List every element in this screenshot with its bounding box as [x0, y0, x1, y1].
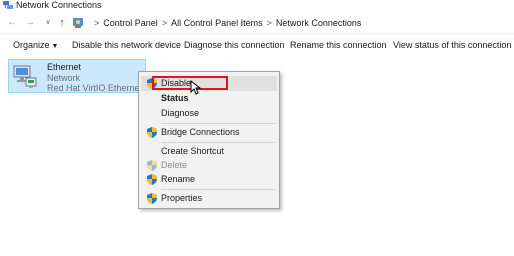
adapter-network-status: Network: [47, 73, 81, 83]
menu-item-label: Bridge Connections: [161, 127, 240, 137]
network-connections-icon: [3, 1, 13, 9]
window-title: Network Connections: [16, 0, 102, 10]
title-bar: Network Connections: [0, 0, 514, 12]
shield-icon: [147, 193, 157, 204]
menu-item-diagnose[interactable]: Diagnose: [141, 106, 277, 121]
menu-item-label: Disable: [161, 78, 192, 88]
organize-button[interactable]: Organize ▼: [13, 40, 58, 52]
menu-item-label: Diagnose: [161, 108, 200, 118]
shield-icon: [147, 127, 157, 138]
menu-item-label: Delete: [161, 160, 188, 170]
address-field[interactable]: > Control Panel > All Control Panel Items > N…: [69, 16, 509, 30]
ethernet-adapter-item[interactable]: Ethernet Network Red Hat VirtIO Ethernet…: [8, 59, 146, 93]
organize-label: Organize: [13, 40, 50, 50]
shield-icon: [147, 160, 157, 171]
dropdown-arrow-icon: ▼: [51, 43, 59, 50]
command-bar: Organize ▼ Disable this network device Di…: [0, 35, 514, 56]
recent-locations-chevron-icon[interactable]: ∨: [42, 16, 54, 30]
breadcrumb-network-connections[interactable]: Network Connections: [276, 18, 362, 28]
adapter-device-name: Red Hat VirtIO Ethernet Adapter: [47, 83, 145, 93]
address-bar: ← → ∨ ↑ > Control Panel > All Control Panel…: [0, 13, 514, 34]
forward-arrow-icon[interactable]: →: [24, 16, 36, 30]
menu-item-disable[interactable]: Disable: [141, 76, 277, 91]
menu-item-bridge-connections[interactable]: Bridge Connections: [141, 125, 277, 140]
menu-separator: [161, 189, 275, 190]
menu-item-label: Status: [161, 93, 189, 103]
ethernet-adapter-icon: [13, 65, 37, 88]
mouse-pointer-icon: [190, 80, 202, 95]
shield-icon: [147, 174, 157, 185]
breadcrumb-separator-icon: >: [94, 18, 100, 28]
view-status-button[interactable]: View status of this connection: [393, 40, 511, 51]
menu-item-label: Rename: [161, 174, 196, 184]
back-arrow-icon[interactable]: ←: [6, 16, 18, 30]
rename-connection-button[interactable]: Rename this connection: [290, 40, 387, 51]
connections-list: Ethernet Network Red Hat VirtIO Ethernet…: [0, 57, 514, 256]
breadcrumb-separator-icon: >: [161, 18, 168, 28]
control-panel-icon: [73, 18, 83, 28]
diagnose-connection-button[interactable]: Diagnose this connection: [184, 40, 285, 51]
breadcrumb: > Control Panel > All Control Panel Items > N…: [90, 16, 361, 30]
menu-item-create-shortcut[interactable]: Create Shortcut: [141, 144, 277, 159]
up-arrow-icon[interactable]: ↑: [56, 16, 68, 30]
menu-item-rename[interactable]: Rename: [141, 172, 277, 187]
menu-separator: [161, 123, 275, 124]
breadcrumb-separator-icon: >: [266, 18, 272, 28]
disable-device-button[interactable]: Disable this network device: [72, 40, 181, 51]
menu-item-properties[interactable]: Properties: [141, 191, 277, 206]
menu-item-label: Create Shortcut: [161, 146, 225, 156]
adapter-name: Ethernet: [47, 62, 82, 72]
menu-item-label: Properties: [161, 193, 203, 203]
breadcrumb-control-panel[interactable]: Control Panel: [103, 18, 158, 28]
menu-item-status[interactable]: Status: [141, 91, 277, 106]
menu-separator: [161, 142, 275, 143]
menu-item-delete: Delete: [141, 158, 277, 173]
context-menu: Disable Status Diagnose Bridge Connectio…: [138, 71, 280, 209]
breadcrumb-all-items[interactable]: All Control Panel Items: [171, 18, 263, 28]
